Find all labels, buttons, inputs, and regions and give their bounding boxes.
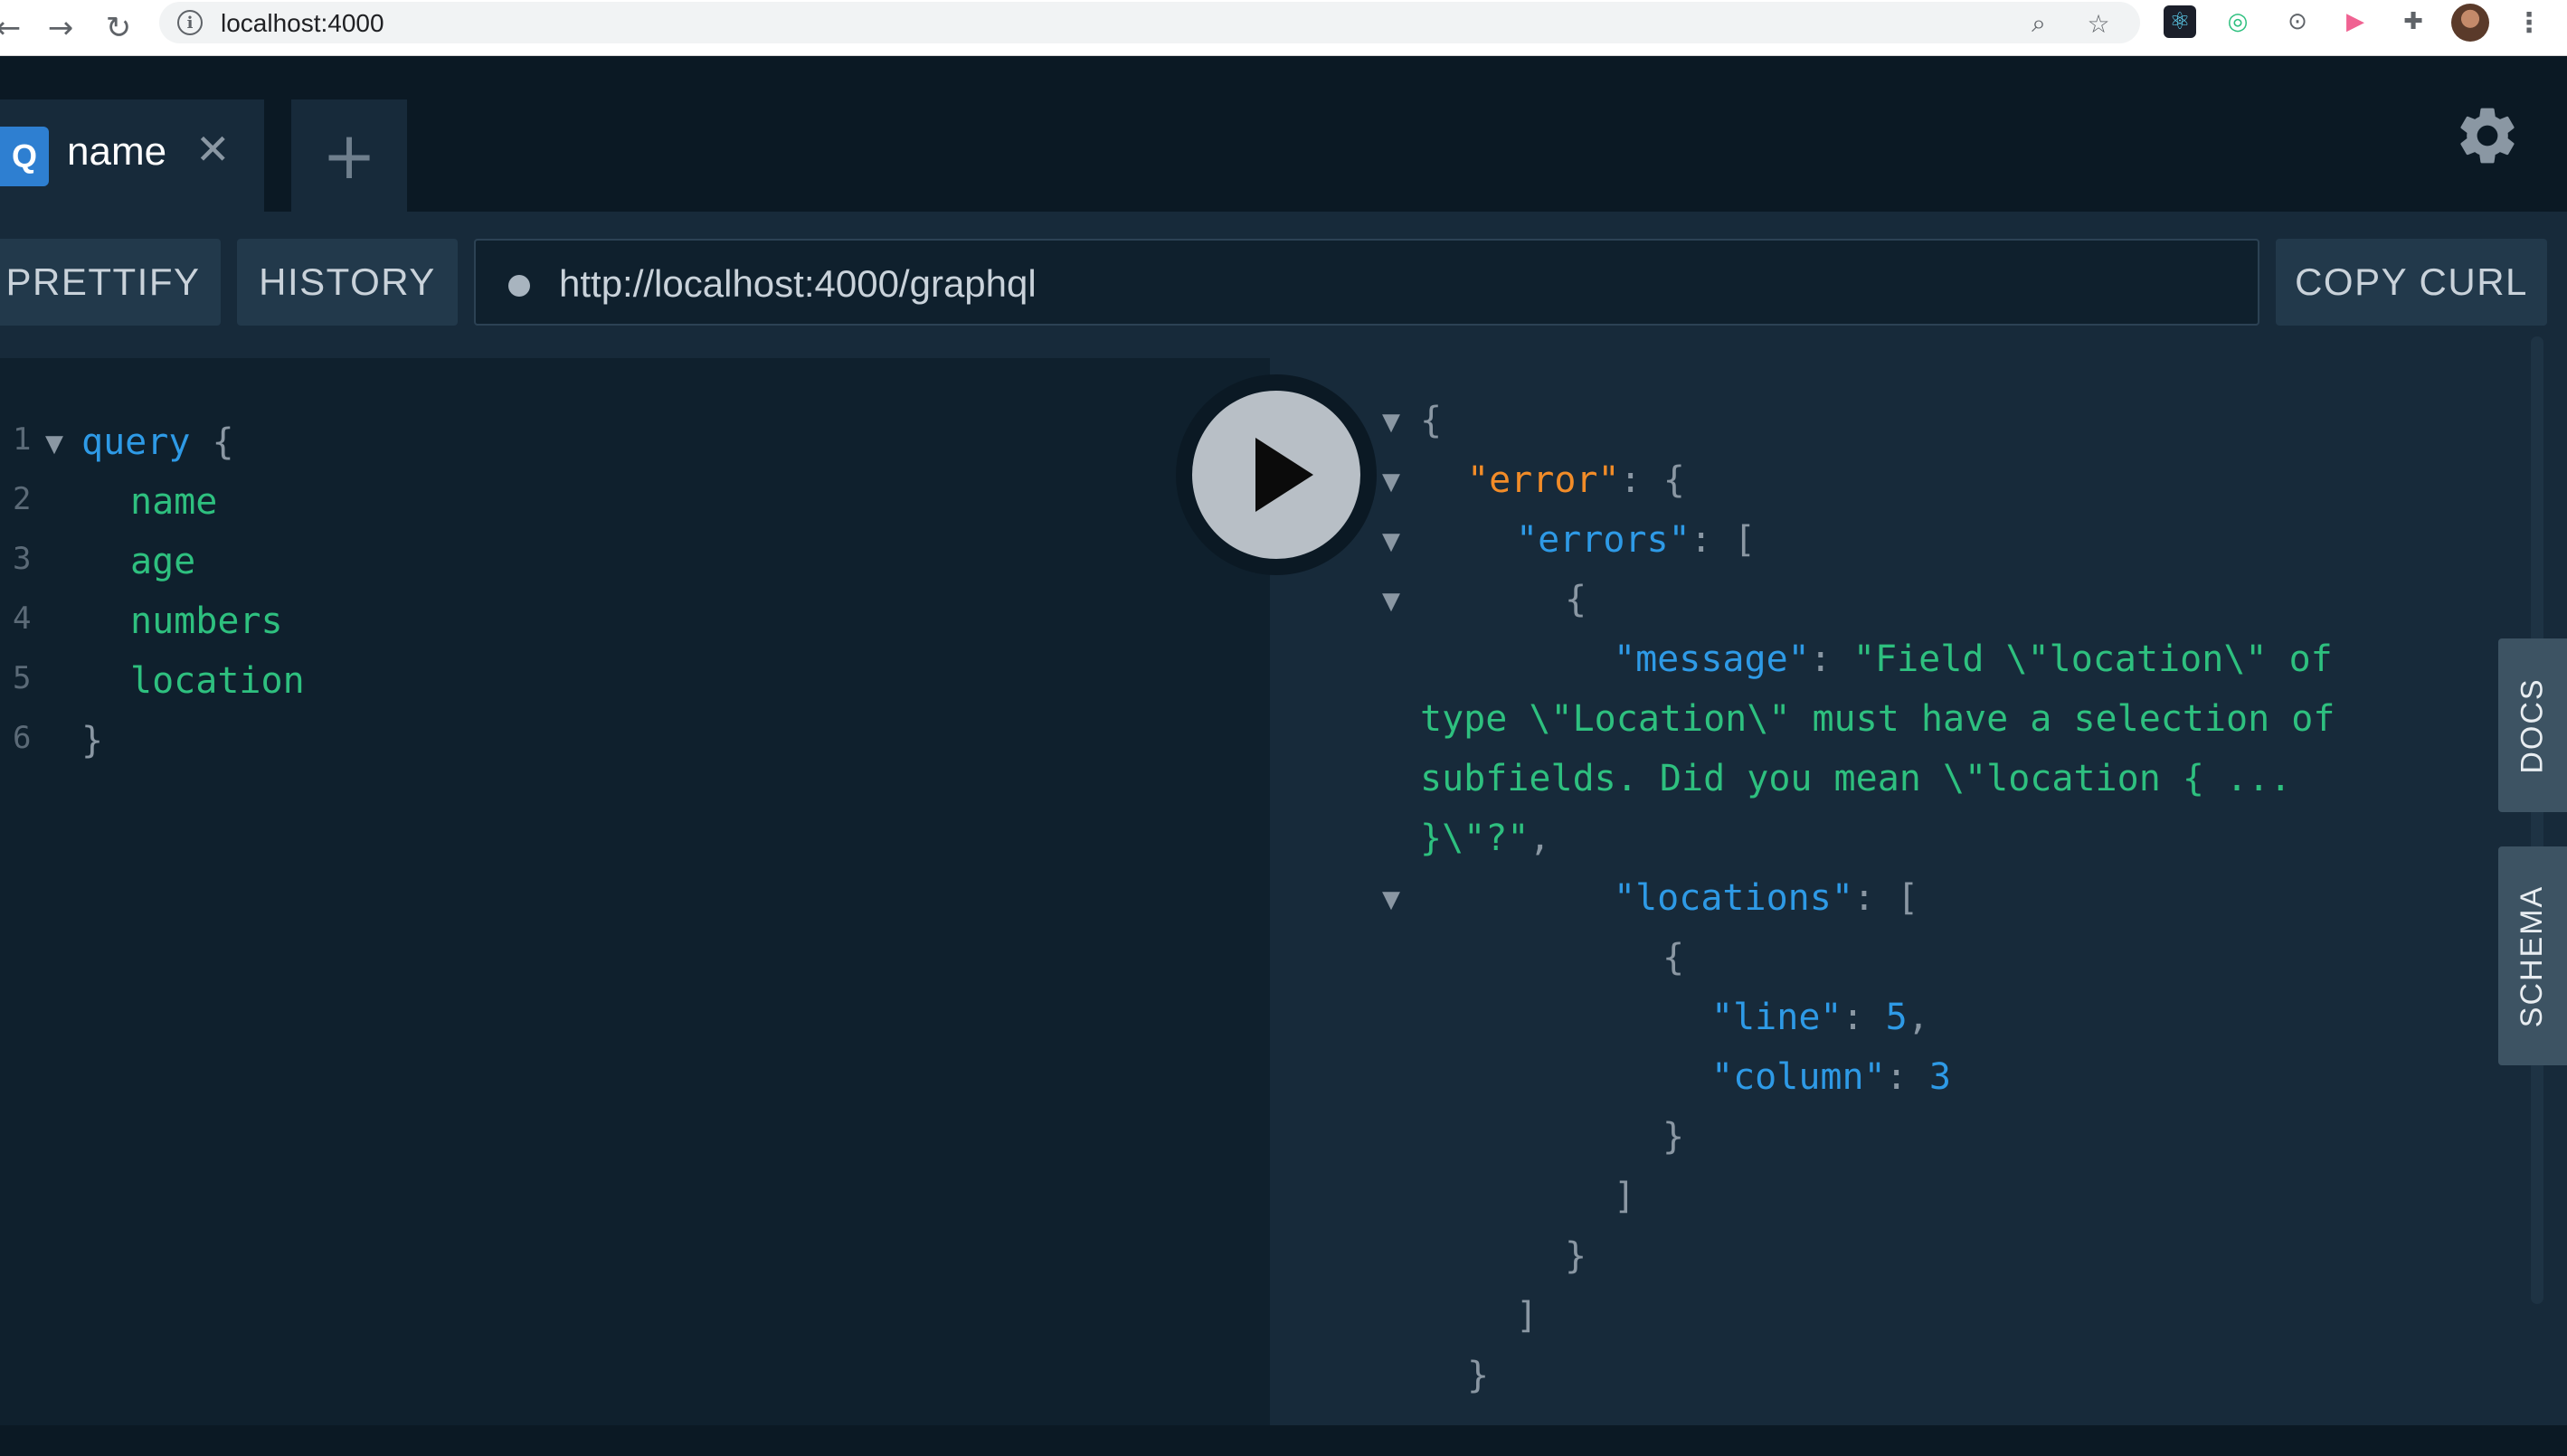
fold-arrow-icon[interactable]: ▼ — [1382, 588, 1400, 615]
endpoint-url[interactable]: http://localhost:4000/graphql — [559, 262, 1037, 306]
tab-bar: Q name ✕ + — [0, 56, 2567, 212]
column-key: "column" — [1711, 1056, 1886, 1098]
endpoint-input[interactable]: http://localhost:4000/graphql — [474, 239, 2259, 326]
json-brace: } — [1565, 1235, 1587, 1277]
message-value-continued: }\"?" — [1420, 818, 1530, 859]
open-brace: { — [212, 421, 234, 463]
query-editor[interactable]: 1 2 3 4 5 6 ▼ query { name age numbers l… — [0, 358, 1270, 1425]
json-brace: } — [1467, 1355, 1490, 1396]
json-line: "errors": [ — [1516, 519, 1756, 561]
copy-curl-button[interactable]: COPY CURL — [2276, 239, 2547, 326]
query-field: name — [130, 481, 218, 523]
json-line: "message": "Field \"location\" of — [1614, 638, 2333, 680]
bookmark-star-icon[interactable]: ☆ — [2084, 9, 2113, 39]
prettify-button[interactable]: PRETTIFY — [0, 239, 221, 326]
result-pane: ▼ ▼ ▼ ▼ ▼ { "error": { "errors": [ { "me… — [1270, 358, 2567, 1425]
reload-icon[interactable]: ↻ — [98, 7, 139, 49]
message-value-continued: type \"Location\" must have a selection … — [1420, 698, 2335, 740]
query-tab[interactable]: Q name ✕ — [0, 99, 264, 212]
locations-key: "locations" — [1614, 877, 1853, 919]
message-key: "message" — [1614, 638, 1810, 680]
errors-key: "errors" — [1516, 519, 1691, 561]
schema-tab[interactable]: SCHEMA — [2498, 846, 2567, 1065]
json-bracket: ] — [1516, 1295, 1539, 1337]
extension-icon[interactable]: ◎ — [2221, 5, 2254, 38]
line-key: "line" — [1711, 997, 1842, 1038]
execute-query-button[interactable] — [1176, 374, 1377, 575]
line-number: 6 — [13, 720, 32, 756]
result-scrollbar[interactable] — [2531, 336, 2543, 1304]
puzzle-icon[interactable]: ✚ — [2397, 5, 2430, 38]
message-value-continued: subfields. Did you mean \"location { ... — [1420, 758, 2292, 799]
line-value: 5 — [1885, 997, 1908, 1038]
json-brace: { — [1420, 400, 1443, 441]
line-number: 4 — [13, 600, 32, 637]
json-line: }\"?", — [1420, 818, 1551, 859]
tab-label[interactable]: name — [67, 129, 166, 175]
query-field: numbers — [130, 600, 283, 642]
forward-icon[interactable]: → — [40, 7, 81, 49]
fold-arrow-icon[interactable]: ▼ — [1382, 468, 1400, 496]
docs-tab[interactable]: DOCS — [2498, 638, 2567, 812]
fold-arrow-icon[interactable]: ▼ — [1382, 528, 1400, 555]
fold-arrow-icon[interactable]: ▼ — [1382, 886, 1400, 913]
query-keyword: query — [81, 421, 191, 463]
error-key: "error" — [1467, 459, 1620, 501]
info-icon[interactable]: i — [177, 10, 203, 35]
line-number: 5 — [13, 660, 32, 696]
json-extension-icon[interactable]: ⊙ — [2281, 5, 2314, 38]
schema-tab-label[interactable]: SCHEMA — [2515, 884, 2551, 1026]
fold-arrow-icon[interactable]: ▼ — [45, 430, 63, 458]
json-line: "column": 3 — [1711, 1056, 1951, 1098]
json-brace: { — [1565, 579, 1587, 620]
plus-icon[interactable]: + — [291, 99, 407, 212]
fold-arrow-icon[interactable]: ▼ — [1382, 409, 1400, 436]
json-bracket: ] — [1614, 1176, 1636, 1217]
line-number: 2 — [13, 481, 32, 517]
code-line: query { — [81, 421, 234, 463]
column-value: 3 — [1928, 1056, 1951, 1098]
query-field: age — [130, 541, 196, 582]
close-brace: } — [81, 720, 104, 761]
query-variables-drawer[interactable] — [0, 1425, 2567, 1456]
query-badge: Q — [0, 127, 49, 186]
message-value: "Field \"location\" of — [1852, 638, 2333, 680]
editor-toolbar: PRETTIFY HISTORY http://localhost:4000/g… — [0, 212, 2567, 358]
connection-status-dot — [508, 275, 530, 297]
more-menu-icon[interactable]: ⋮ — [2515, 4, 2543, 42]
play-icon[interactable] — [1255, 438, 1313, 512]
history-button[interactable]: HISTORY — [237, 239, 458, 326]
json-line: "line": 5, — [1711, 997, 1929, 1038]
json-line: "error": { — [1467, 459, 1685, 501]
browser-toolbar: ← → ↻ i localhost:4000 ⌕ ☆ ⚛ ◎ ⊙ ▶ ✚ ⋮ — [0, 0, 2567, 56]
gear-icon[interactable] — [2453, 101, 2522, 170]
execute-button-face[interactable] — [1192, 391, 1360, 559]
react-devtools-icon[interactable]: ⚛ — [2164, 5, 2196, 38]
docs-tab-label[interactable]: DOCS — [2515, 677, 2551, 773]
zoom-icon[interactable]: ⌕ — [2024, 8, 2053, 38]
line-number: 1 — [13, 421, 32, 458]
video-extension-icon[interactable]: ▶ — [2339, 5, 2372, 38]
json-line: "locations": [ — [1614, 877, 1919, 919]
address-bar-url[interactable]: localhost:4000 — [221, 9, 384, 38]
address-bar[interactable]: i localhost:4000 ⌕ ☆ — [159, 2, 2140, 43]
json-brace: } — [1662, 1116, 1685, 1158]
line-number: 3 — [13, 541, 32, 577]
profile-avatar[interactable] — [2451, 4, 2489, 42]
close-icon[interactable]: ✕ — [195, 125, 231, 174]
query-field: location — [130, 660, 305, 702]
back-icon[interactable]: ← — [0, 7, 29, 49]
json-brace: { — [1662, 937, 1685, 979]
